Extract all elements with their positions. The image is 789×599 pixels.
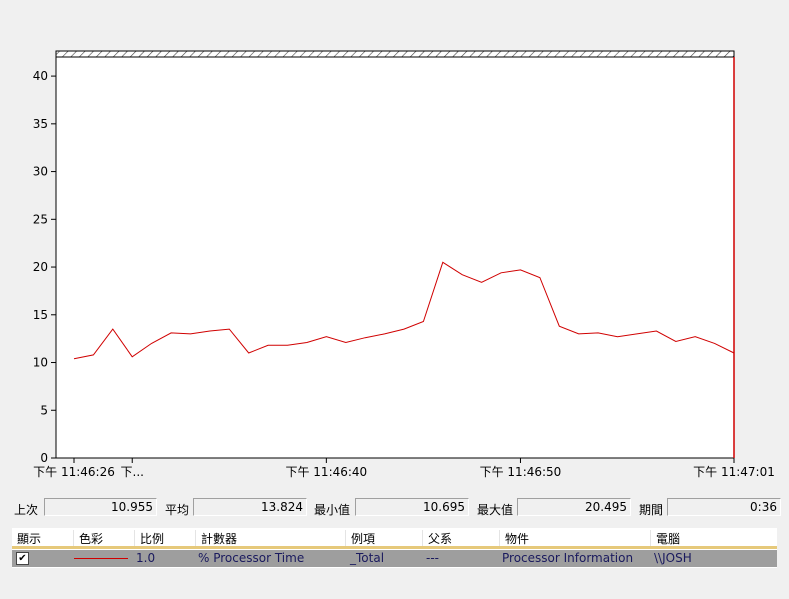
y-tick-label: 40	[33, 69, 48, 83]
chart-top-hatch	[55, 50, 735, 58]
color-swatch	[74, 558, 128, 559]
x-tick-label: 下午 11:46:40	[285, 465, 367, 479]
row-counter: % Processor Time	[198, 551, 305, 565]
counter-list-header: 顯示 色彩 比例 計數器 例項 父系 物件 電腦	[12, 528, 777, 548]
row-computer: \\JOSH	[654, 551, 692, 565]
duration-field: 0:36	[667, 498, 781, 516]
average-value-field: 13.824	[193, 498, 307, 516]
row-scale: 1.0	[136, 551, 156, 565]
last-value-label: 上次	[14, 503, 39, 517]
table-row[interactable]: ✔ 1.0 % Processor Time _Total --- Proces…	[12, 550, 777, 567]
column-header-parent[interactable]: 父系	[423, 530, 500, 546]
column-header-object[interactable]: 物件	[500, 530, 651, 546]
y-tick-label: 10	[33, 356, 48, 370]
column-header-counter[interactable]: 計數器	[196, 530, 346, 546]
x-tick-label: 下...	[121, 465, 144, 479]
column-header-color[interactable]: 色彩	[74, 530, 135, 546]
average-value-label: 平均	[165, 503, 190, 517]
max-value-label: 最大值	[477, 503, 514, 517]
row-parent: ---	[426, 551, 439, 565]
min-value-label: 最小值	[314, 503, 351, 517]
x-tick-label: 下午 11:47:01	[693, 465, 775, 479]
y-tick-label: 5	[40, 403, 48, 417]
y-tick-label: 30	[33, 165, 48, 179]
last-value-field: 10.955	[44, 498, 157, 516]
column-header-instance[interactable]: 例項	[346, 530, 423, 546]
y-tick-label: 15	[33, 308, 48, 322]
y-tick-label: 0	[40, 451, 48, 465]
column-header-computer[interactable]: 電腦	[651, 530, 777, 546]
statistics-bar: 上次 10.955 平均 13.824 最小值 10.695 最大值 20.49…	[0, 496, 789, 520]
y-tick-label: 35	[33, 117, 48, 131]
y-tick-label: 25	[33, 212, 48, 226]
row-instance: _Total	[350, 551, 385, 565]
performance-chart: 0 5 10 15 20 25 30 35 40 下午 11:46:26 下... 下午 11:46…	[33, 50, 775, 479]
min-value-field: 10.695	[355, 498, 469, 516]
duration-label: 期間	[639, 503, 664, 517]
y-tick-label: 20	[33, 260, 48, 274]
x-tick-label: 下午 11:46:50	[480, 465, 562, 479]
header-accent-line	[12, 546, 777, 549]
plot-area	[56, 57, 734, 458]
column-header-scale[interactable]: 比例	[135, 530, 196, 546]
counter-list: 顯示 色彩 比例 計數器 例項 父系 物件 電腦 ✔ 1.0 % Process…	[12, 528, 777, 568]
x-tick-label: 下午 11:46:26	[33, 465, 115, 479]
row-object: Processor Information	[502, 551, 634, 565]
max-value-field: 20.495	[517, 498, 631, 516]
column-header-show[interactable]: 顯示	[12, 530, 74, 546]
show-checkbox[interactable]: ✔	[16, 552, 29, 565]
